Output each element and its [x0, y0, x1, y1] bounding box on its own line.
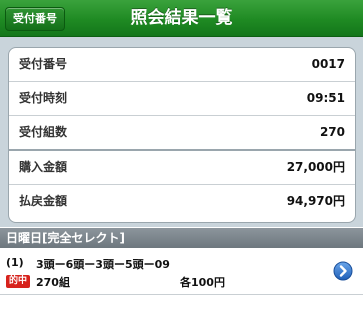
summary-row-combination-count: 受付組数 270: [9, 116, 355, 151]
summary-value: 94,970円: [286, 194, 345, 208]
summary-label: 受付時刻: [19, 91, 68, 105]
summary-row-receipt-time: 受付時刻 09:51: [9, 82, 355, 116]
summary-value: 0017: [311, 57, 345, 71]
entry-amount: 各100円: [180, 276, 225, 289]
summary-label: 受付番号: [19, 57, 68, 71]
summary-row-receipt-number: 受付番号 0017: [9, 48, 355, 82]
bet-list-item[interactable]: (1) 3頭ー6頭ー3頭ー5頭ー09 的中 270組 各100円: [0, 248, 363, 295]
entry-index: (1): [6, 256, 24, 269]
summary-value: 270: [319, 125, 345, 139]
summary-label: 受付組数: [19, 125, 68, 139]
chevron-right-icon[interactable]: [333, 261, 353, 281]
section-header: 日曜日[完全セレクト]: [0, 228, 363, 248]
hit-badge: 的中: [6, 275, 30, 288]
summary-row-payout-amount: 払戻金額 94,970円: [9, 185, 355, 218]
summary-label: 購入金額: [19, 160, 68, 174]
entry-count: 270組: [36, 276, 70, 289]
summary-value: 09:51: [306, 91, 345, 105]
bottom-area: [0, 295, 363, 315]
summary-row-purchase-amount: 購入金額 27,000円: [9, 151, 355, 185]
entry-combination: 3頭ー6頭ー3頭ー5頭ー09: [36, 258, 170, 271]
summary-panel: 受付番号 0017 受付時刻 09:51 受付組数 270 購入金額 27,00…: [8, 47, 356, 223]
header-bar: 受付番号 照会結果一覧: [0, 0, 363, 37]
summary-label: 払戻金額: [19, 194, 68, 208]
summary-value: 27,000円: [286, 160, 345, 174]
page-title: 照会結果一覧: [130, 8, 233, 28]
